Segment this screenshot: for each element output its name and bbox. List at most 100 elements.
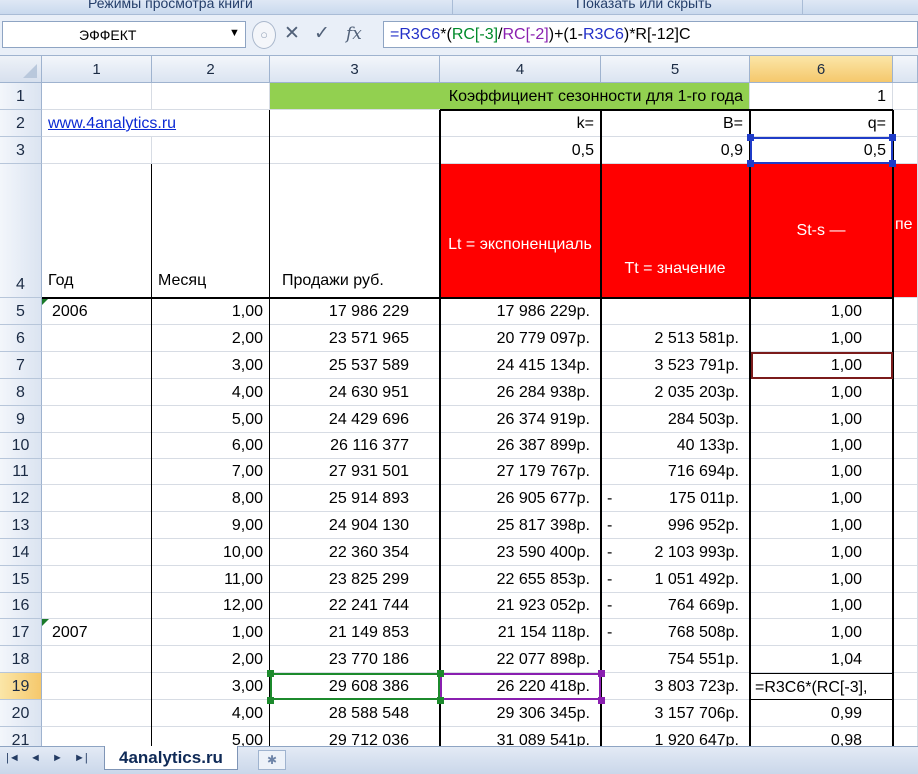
row-header-6[interactable]: 6 xyxy=(0,325,42,352)
sales-cell[interactable]: 23 571 965 xyxy=(270,325,440,352)
tt-cell[interactable]: 3 523 791р. xyxy=(601,352,750,379)
month-cell[interactable]: 9,00 xyxy=(152,512,270,539)
b-label[interactable]: B= xyxy=(601,110,750,137)
header-st[interactable]: St-s — коэффициент сезонности предыдущег… xyxy=(750,164,893,298)
header-sales[interactable]: Продажи руб. xyxy=(270,164,440,298)
cell-g2[interactable] xyxy=(893,110,918,137)
column-header-1[interactable]: 1 xyxy=(42,56,152,83)
select-all-corner[interactable] xyxy=(0,56,42,83)
tt-cell[interactable]: 284 503р. xyxy=(601,406,750,433)
row-header-3[interactable]: 3 xyxy=(0,137,42,164)
column-header-7[interactable] xyxy=(893,56,918,83)
k-value[interactable]: 0,5 xyxy=(440,137,601,164)
lt-cell[interactable]: 21 154 118р. xyxy=(440,619,601,646)
month-cell[interactable]: 4,00 xyxy=(152,379,270,406)
tt-cell[interactable]: 2 103 993р. - xyxy=(601,539,750,566)
next-cell[interactable] xyxy=(893,433,918,459)
month-cell[interactable]: 12,00 xyxy=(152,593,270,619)
lt-cell[interactable]: 21 923 052р. xyxy=(440,593,601,619)
month-cell[interactable]: 5,00 xyxy=(152,406,270,433)
lt-cell[interactable]: 20 779 097р. xyxy=(440,325,601,352)
month-cell[interactable]: 10,00 xyxy=(152,539,270,566)
year-cell[interactable] xyxy=(42,593,152,619)
lt-cell[interactable]: 26 284 938р. xyxy=(440,379,601,406)
year-cell[interactable]: 2007 xyxy=(42,619,152,646)
year-cell[interactable] xyxy=(42,512,152,539)
year-cell[interactable] xyxy=(42,539,152,566)
sales-cell[interactable]: 25 537 589 xyxy=(270,352,440,379)
next-cell[interactable] xyxy=(893,406,918,433)
year-cell[interactable] xyxy=(42,700,152,727)
lt-cell[interactable]: 22 077 898р. xyxy=(440,646,601,673)
st-cell[interactable]: 1,00 xyxy=(750,379,893,406)
st-cell[interactable]: 1,00 xyxy=(750,298,893,325)
lt-cell[interactable]: 25 817 398р. xyxy=(440,512,601,539)
sales-cell[interactable]: 22 241 744 xyxy=(270,593,440,619)
year-cell[interactable] xyxy=(42,646,152,673)
st-cell-editing[interactable]: =R3C6*(RC[-3], xyxy=(750,673,893,700)
row-header-17[interactable]: 17 xyxy=(0,619,42,646)
next-cell[interactable] xyxy=(893,298,918,325)
st-cell[interactable]: 1,00 xyxy=(750,539,893,566)
st-cell[interactable]: 1,00 xyxy=(750,512,893,539)
next-sheet-icon[interactable]: ► xyxy=(52,752,63,764)
tt-cell[interactable]: 2 035 203р. xyxy=(601,379,750,406)
tt-cell[interactable]: 764 669р. - xyxy=(601,593,750,619)
row-header-15[interactable]: 15 xyxy=(0,566,42,593)
column-header-5[interactable]: 5 xyxy=(601,56,750,83)
sheet-tab-4analytics[interactable]: 4analytics.ru xyxy=(104,746,238,770)
month-cell[interactable]: 2,00 xyxy=(152,325,270,352)
year-cell[interactable] xyxy=(42,433,152,459)
website-link[interactable]: www.4analytics.ru xyxy=(42,110,270,137)
column-header-4[interactable]: 4 xyxy=(440,56,601,83)
st-cell[interactable]: 1,00 xyxy=(750,406,893,433)
month-cell[interactable]: 1,00 xyxy=(152,619,270,646)
ribbon-group-show-hide[interactable]: Показать или скрыть xyxy=(576,0,712,11)
b-value[interactable]: 0,9 xyxy=(601,137,750,164)
row-header-4[interactable]: 4 xyxy=(0,164,42,298)
row-header-8[interactable]: 8 xyxy=(0,379,42,406)
next-cell[interactable] xyxy=(893,459,918,485)
month-cell[interactable]: 6,00 xyxy=(152,433,270,459)
month-cell[interactable]: 5,00 xyxy=(152,727,270,746)
month-cell[interactable]: 7,00 xyxy=(152,459,270,485)
year-cell[interactable] xyxy=(42,566,152,593)
cell-a3[interactable] xyxy=(42,137,152,164)
sales-cell[interactable]: 29 712 036 xyxy=(270,727,440,746)
tt-cell[interactable]: 2 513 581р. xyxy=(601,325,750,352)
next-cell[interactable] xyxy=(893,379,918,406)
sales-cell[interactable]: 24 904 130 xyxy=(270,512,440,539)
next-cell[interactable] xyxy=(893,727,918,746)
season-title[interactable]: Коэффициент сезонности для 1-го года xyxy=(270,83,750,110)
st-cell[interactable]: 1,00 xyxy=(750,325,893,352)
sales-cell[interactable]: 24 429 696 xyxy=(270,406,440,433)
cell-c3[interactable] xyxy=(270,137,440,164)
next-cell[interactable] xyxy=(893,485,918,512)
chevron-down-icon[interactable]: ▼ xyxy=(229,27,240,39)
enter-check-icon[interactable]: ✓ xyxy=(314,22,330,45)
row-header-14[interactable]: 14 xyxy=(0,539,42,566)
cell-c2[interactable] xyxy=(270,110,440,137)
tt-cell[interactable]: 3 157 706р. xyxy=(601,700,750,727)
year-cell[interactable]: 2006 xyxy=(42,298,152,325)
row-header-21[interactable]: 21 xyxy=(0,727,42,746)
month-cell[interactable]: 1,00 xyxy=(152,298,270,325)
lt-cell[interactable]: 26 374 919р. xyxy=(440,406,601,433)
lt-cell[interactable]: 22 655 853р. xyxy=(440,566,601,593)
sales-cell[interactable]: 17 986 229 xyxy=(270,298,440,325)
season-title-value[interactable]: 1 xyxy=(750,83,893,110)
lt-cell[interactable]: 29 306 345р. xyxy=(440,700,601,727)
header-month[interactable]: Месяц xyxy=(152,164,270,298)
ribbon-group-view-modes[interactable]: Режимы просмотра книги xyxy=(88,0,253,11)
next-cell[interactable] xyxy=(893,325,918,352)
year-cell[interactable] xyxy=(42,485,152,512)
insert-function-icon[interactable]: fx xyxy=(346,24,362,44)
st-cell[interactable]: 1,00 xyxy=(750,593,893,619)
formula-input[interactable]: =R3C6*(RC[-3]/RC[-2])+(1-R3C6)*R[-12]C xyxy=(383,21,918,48)
last-sheet-icon[interactable]: ►| xyxy=(74,752,88,764)
header-year[interactable]: Год xyxy=(42,164,152,298)
month-cell[interactable]: 3,00 xyxy=(152,673,270,700)
cell-g3[interactable] xyxy=(893,137,918,164)
month-cell[interactable]: 2,00 xyxy=(152,646,270,673)
sales-cell[interactable]: 27 931 501 xyxy=(270,459,440,485)
